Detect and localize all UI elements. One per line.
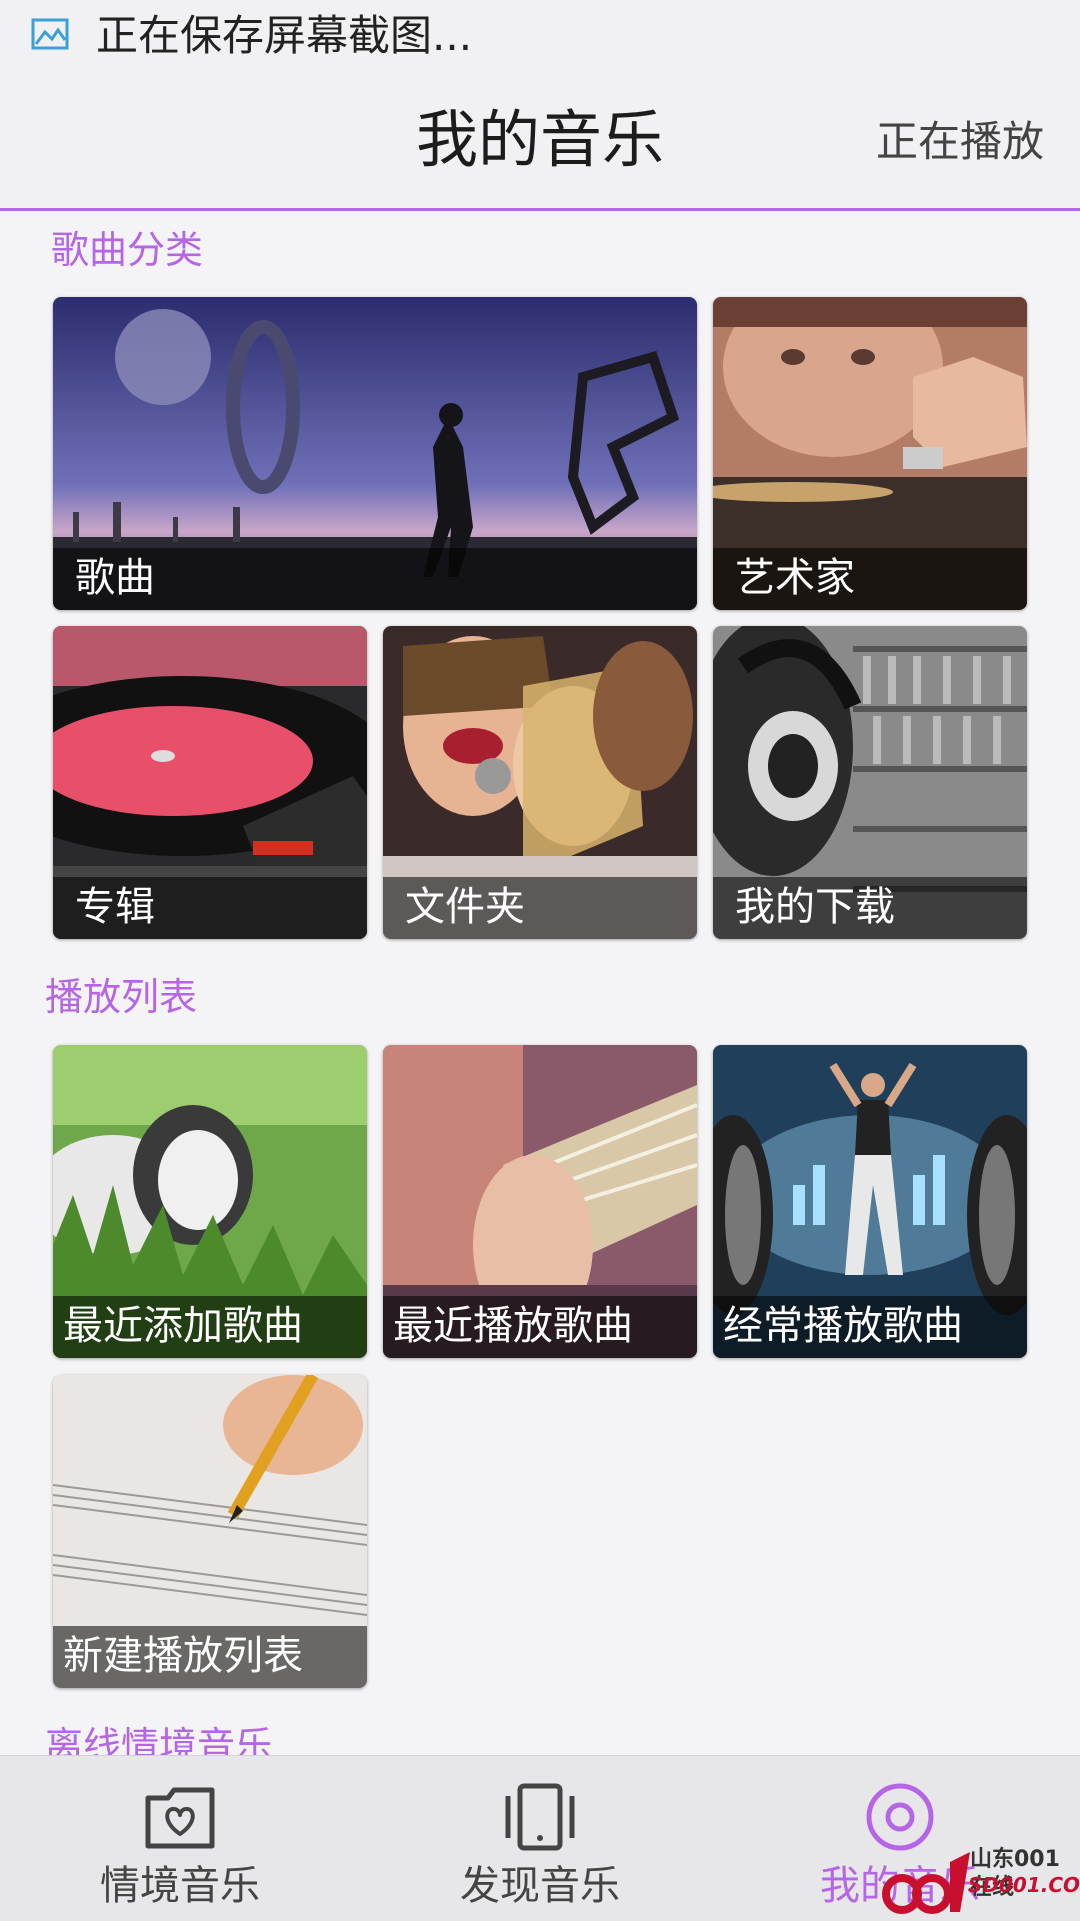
site-watermark: 山东001在线 SD001.COM — [880, 1842, 1080, 1920]
nav-scene-music[interactable]: 情境音乐 — [0, 1756, 360, 1921]
tile-artists[interactable]: 艺术家 — [713, 297, 1027, 610]
nav-label: 发现音乐 — [460, 1863, 620, 1909]
app-header: 我的音乐 正在播放 — [0, 72, 1080, 211]
tile-downloads[interactable]: 我的下载 — [713, 626, 1027, 939]
phone-icon — [505, 1783, 575, 1851]
tile-recently-added[interactable]: 最近添加歌曲 — [53, 1045, 367, 1358]
tile-label: 专辑 — [75, 884, 155, 930]
watermark-url: SD001.COM — [968, 1873, 1080, 1897]
tile-label: 我的下载 — [735, 884, 895, 930]
folder-heart-icon — [145, 1787, 215, 1849]
tile-frequently-played[interactable]: 经常播放歌曲 — [713, 1045, 1027, 1358]
section-title-playlists: 播放列表 — [45, 975, 198, 1019]
tile-label: 文件夹 — [405, 884, 525, 930]
notification-bar: 正在保存屏幕截图... — [0, 0, 1080, 72]
watermark-logo-icon — [882, 1852, 970, 1914]
tile-label: 歌曲 — [75, 555, 155, 601]
tile-recently-played[interactable]: 最近播放歌曲 — [383, 1045, 697, 1358]
section-title-offline: 离线情境音乐 — [45, 1724, 274, 1755]
tile-songs[interactable]: 歌曲 — [53, 297, 697, 610]
section-title-categories: 歌曲分类 — [51, 228, 204, 272]
nav-label: 情境音乐 — [100, 1863, 260, 1909]
main-content: 歌曲分类 歌曲 艺术家 专辑 文件夹 我的下载 播放列表 最近添加歌曲 最近播放… — [0, 211, 1080, 1755]
tile-label: 艺术家 — [735, 555, 855, 601]
notification-text: 正在保存屏幕截图... — [96, 11, 473, 60]
tile-label: 经常播放歌曲 — [723, 1303, 963, 1349]
screenshot-icon — [31, 18, 69, 50]
tile-folders[interactable]: 文件夹 — [383, 626, 697, 939]
tile-albums[interactable]: 专辑 — [53, 626, 367, 939]
tile-label: 最近添加歌曲 — [63, 1303, 303, 1349]
tile-label: 最近播放歌曲 — [393, 1303, 633, 1349]
tile-new-playlist[interactable]: 新建播放列表 — [53, 1375, 367, 1688]
nav-discover-music[interactable]: 发现音乐 — [360, 1756, 720, 1921]
tile-label: 新建播放列表 — [63, 1633, 303, 1679]
now-playing-button[interactable]: 正在播放 — [876, 112, 1044, 172]
